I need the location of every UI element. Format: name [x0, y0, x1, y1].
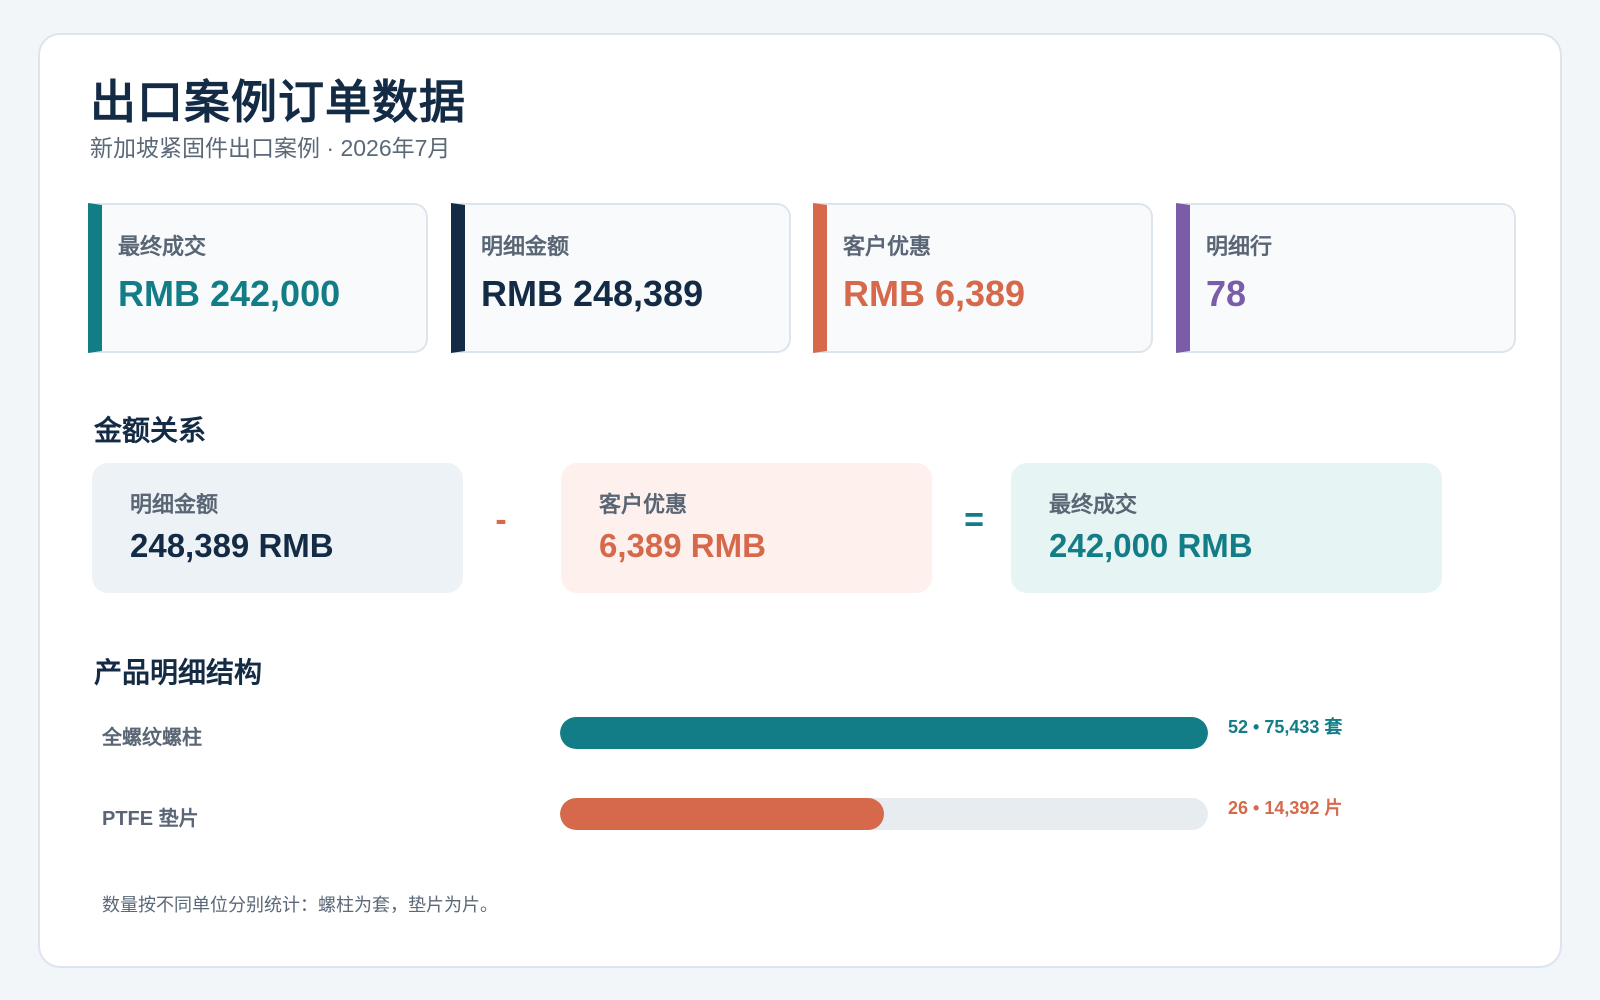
product-bar-track	[560, 717, 1208, 749]
kpi-label: 明细行	[1206, 234, 1273, 259]
relation-final-value: 242,000 RMB	[1049, 527, 1253, 564]
product-meta: 52 • 75,433 套	[1228, 717, 1343, 737]
minus-operator: -	[495, 501, 507, 539]
kpi-label: 最终成交	[118, 234, 207, 259]
kpi-card-detail-amount: 明细金额 RMB 248,389	[451, 203, 791, 353]
products-section-title: 产品明细结构	[94, 657, 263, 688]
kpi-value: RMB 6,389	[843, 273, 1026, 314]
relation-discount-box: 客户优惠 6,389 RMB	[561, 463, 932, 593]
footnote: 数量按不同单位分别统计：螺柱为套，垫片为片。	[102, 895, 498, 915]
relation-detail-box: 明细金额 248,389 RMB	[92, 463, 463, 593]
product-meta: 26 • 14,392 片	[1228, 798, 1343, 818]
order-data-card: 出口案例订单数据 新加坡紧固件出口案例 · 2026年7月 最终成交 RMB 2…	[38, 33, 1562, 968]
kpi-card-final-deal: 最终成交 RMB 242,000	[88, 203, 428, 353]
product-bar-track	[560, 798, 1208, 830]
product-bar-fill	[560, 798, 884, 830]
product-label: PTFE 垫片	[102, 808, 199, 830]
relation-final-label: 最终成交	[1049, 492, 1138, 517]
kpi-value: 78	[1206, 273, 1247, 314]
kpi-card-detail-lines: 明细行 78	[1176, 203, 1516, 353]
kpi-value: RMB 242,000	[118, 273, 341, 314]
relation-section-title: 金额关系	[94, 415, 207, 446]
relation-discount-label: 客户优惠	[599, 492, 688, 517]
product-row-gaskets: PTFE 垫片 26 • 14,392 片	[40, 798, 1560, 838]
relation-detail-label: 明细金额	[130, 492, 219, 517]
product-bar-fill	[560, 717, 1208, 749]
kpi-label: 客户优惠	[843, 234, 932, 259]
product-label: 全螺纹螺柱	[102, 727, 202, 749]
kpi-value: RMB 248,389	[481, 273, 704, 314]
kpi-label: 明细金额	[481, 234, 570, 259]
relation-detail-value: 248,389 RMB	[130, 527, 334, 564]
page-subtitle: 新加坡紧固件出口案例 · 2026年7月	[90, 135, 451, 161]
product-row-studs: 全螺纹螺柱 52 • 75,433 套	[40, 717, 1560, 757]
equals-operator: =	[964, 501, 984, 539]
page-title: 出口案例订单数据	[90, 76, 466, 128]
relation-final-box: 最终成交 242,000 RMB	[1011, 463, 1442, 593]
relation-discount-value: 6,389 RMB	[599, 527, 766, 564]
kpi-card-customer-discount: 客户优惠 RMB 6,389	[813, 203, 1153, 353]
